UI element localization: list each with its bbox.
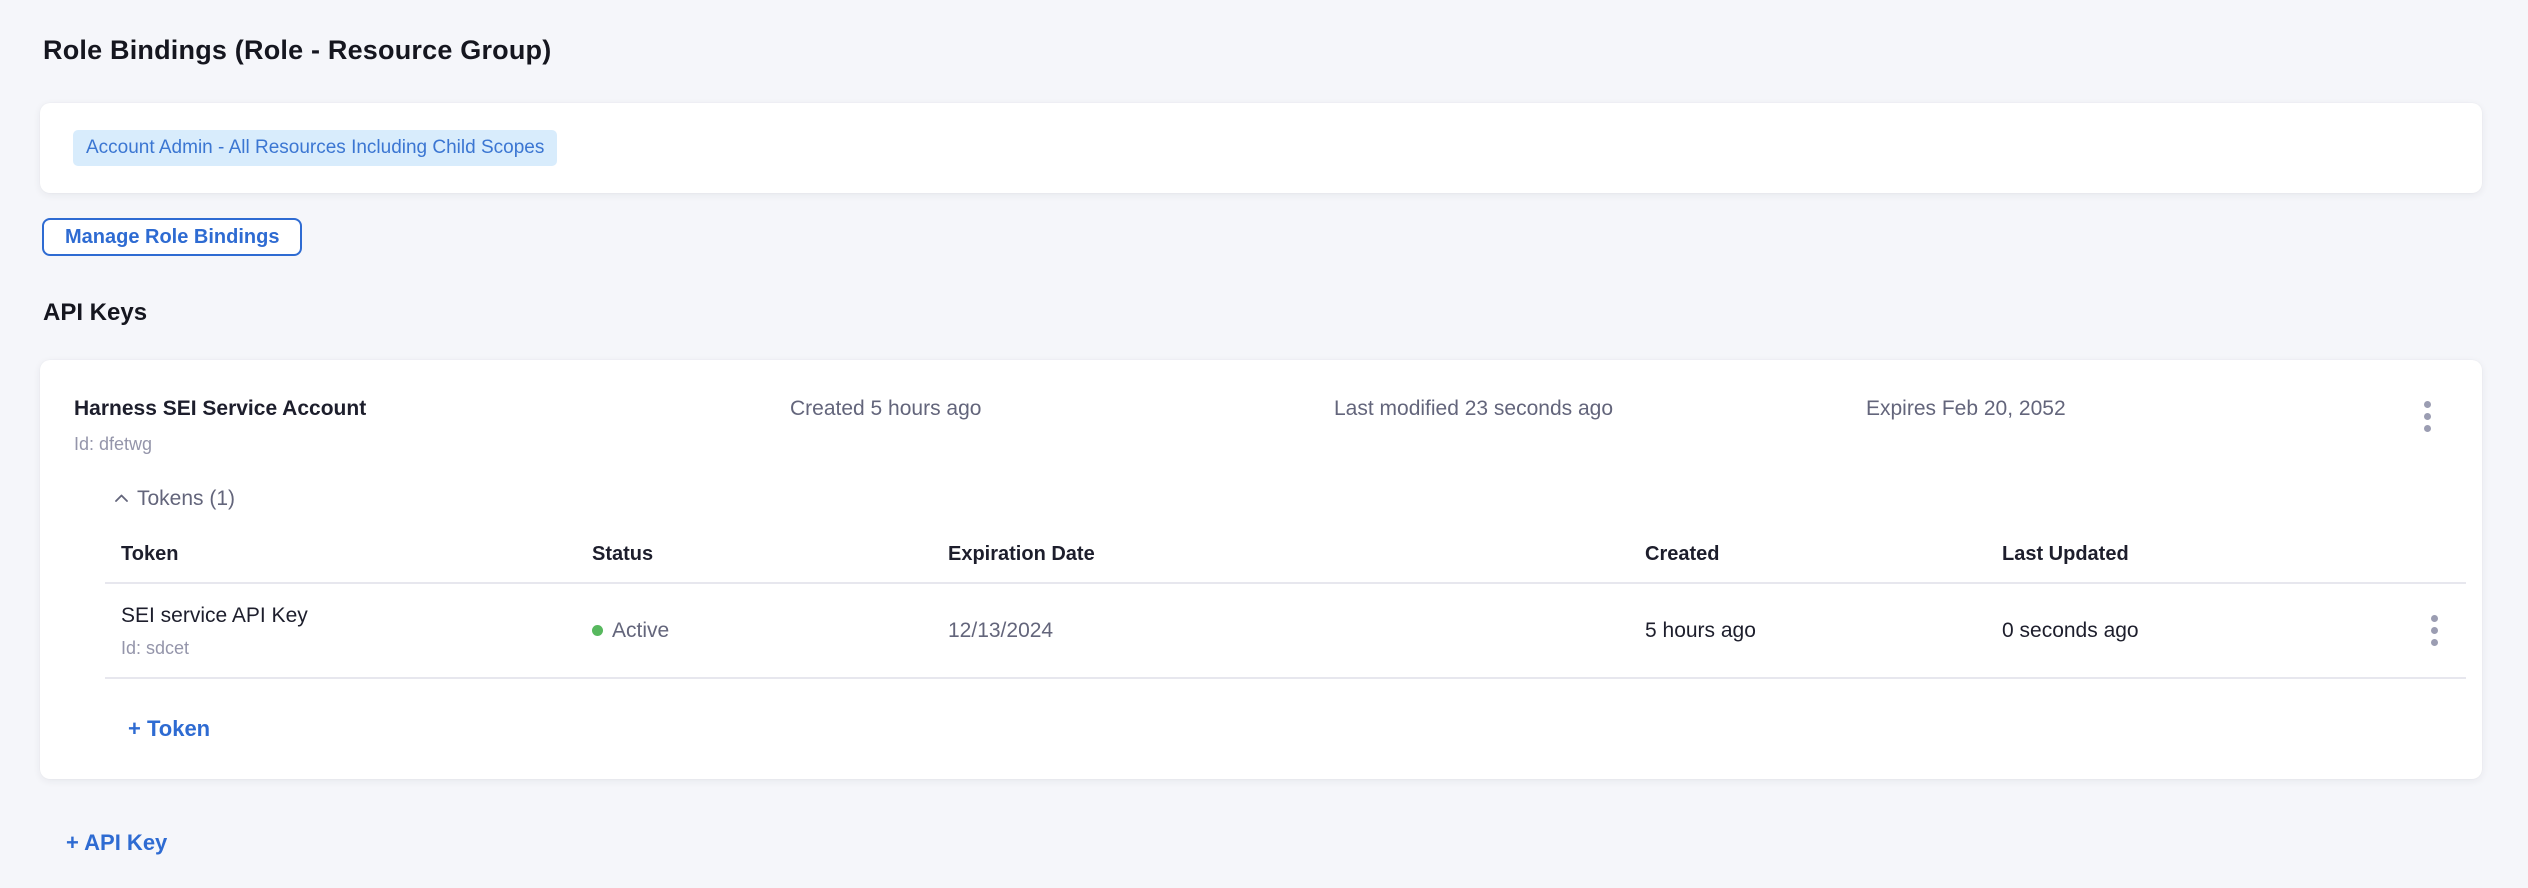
token-name: SEI service API Key bbox=[121, 603, 592, 629]
column-header-token: Token bbox=[105, 540, 592, 568]
role-binding-tag: Account Admin - All Resources Including … bbox=[73, 130, 557, 166]
manage-role-bindings-button[interactable]: Manage Role Bindings bbox=[42, 218, 302, 256]
tokens-table: Token Status Expiration Date Created Las… bbox=[105, 524, 2466, 679]
token-expiration-date: 12/13/2024 bbox=[948, 619, 1645, 643]
chevron-up-icon bbox=[114, 493, 129, 503]
token-status-cell: Active bbox=[592, 619, 948, 643]
page-title: Role Bindings (Role - Resource Group) bbox=[43, 30, 2528, 70]
tokens-table-header-row: Token Status Expiration Date Created Las… bbox=[105, 524, 2466, 584]
api-key-expires: Expires Feb 20, 2052 bbox=[1866, 396, 2482, 422]
token-cell: SEI service API Key Id: sdcet bbox=[105, 603, 592, 659]
api-key-last-modified: Last modified 23 seconds ago bbox=[1334, 396, 1866, 422]
add-api-key-button[interactable]: + API Key bbox=[66, 829, 167, 857]
column-header-last-updated: Last Updated bbox=[2002, 540, 2419, 568]
token-id: Id: sdcet bbox=[121, 637, 592, 659]
api-key-id: Id: dfetwg bbox=[74, 432, 790, 456]
tokens-collapse-toggle[interactable]: Tokens (1) bbox=[114, 486, 235, 512]
api-key-card: Harness SEI Service Account Id: dfetwg C… bbox=[40, 360, 2482, 779]
api-keys-heading: API Keys bbox=[43, 296, 2528, 330]
account-details-page: Role Bindings (Role - Resource Group) Ac… bbox=[0, 0, 2528, 857]
api-key-menu-button[interactable] bbox=[2410, 394, 2444, 438]
api-key-header: Harness SEI Service Account Id: dfetwg C… bbox=[40, 360, 2482, 456]
api-key-name: Harness SEI Service Account bbox=[74, 396, 790, 422]
status-active-dot-icon bbox=[592, 625, 603, 636]
add-token-button[interactable]: + Token bbox=[128, 715, 210, 743]
column-header-created: Created bbox=[1645, 540, 2002, 568]
token-status: Active bbox=[612, 619, 669, 643]
api-key-created: Created 5 hours ago bbox=[790, 396, 1334, 422]
token-last-updated: 0 seconds ago bbox=[2002, 619, 2419, 643]
role-bindings-card: Account Admin - All Resources Including … bbox=[40, 103, 2482, 193]
column-header-expiration-date: Expiration Date bbox=[948, 540, 1645, 568]
api-key-title-block: Harness SEI Service Account Id: dfetwg bbox=[74, 396, 790, 456]
token-created: 5 hours ago bbox=[1645, 619, 2002, 643]
column-header-status: Status bbox=[592, 540, 948, 568]
token-menu-button[interactable] bbox=[2419, 609, 2449, 653]
token-table-row: SEI service API Key Id: sdcet Active 12/… bbox=[105, 584, 2466, 679]
tokens-toggle-label: Tokens (1) bbox=[137, 486, 235, 512]
